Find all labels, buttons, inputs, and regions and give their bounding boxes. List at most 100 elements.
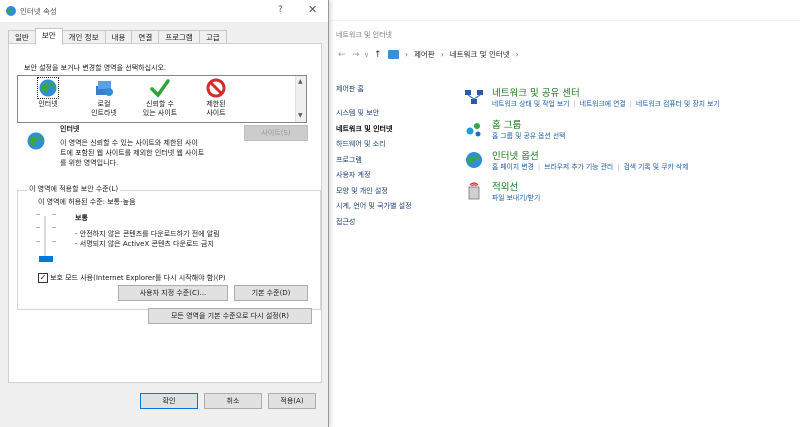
chevron-down-icon[interactable]: ∨ bbox=[364, 51, 369, 59]
control-panel-title: 네트워크 및 인터넷 bbox=[336, 31, 392, 39]
link-view-network-status[interactable]: 네트워크 상태 및 작업 보기 bbox=[492, 100, 569, 108]
nav-item-accessibility[interactable]: 접근성 bbox=[336, 215, 456, 231]
tab-security[interactable]: 보안 bbox=[34, 28, 63, 45]
zone-restricted-sites[interactable]: 제한된 사이트 bbox=[190, 78, 242, 118]
security-level-name: 보통 bbox=[75, 214, 88, 222]
nav-item-clock-region[interactable]: 시계, 언어 및 국가별 설정 bbox=[336, 199, 456, 215]
dialog-titlebar[interactable]: 인터넷 속성 ? ✕ bbox=[0, 0, 328, 22]
zone-label-line2: 있는 사이트 bbox=[142, 109, 178, 117]
default-level-button[interactable]: 기본 수준(D) bbox=[234, 285, 308, 301]
link-connect-network[interactable]: 네트워크에 연결 bbox=[580, 100, 626, 108]
security-level-item-2: - 서명되지 않은 ActiveX 콘텐츠 다운로드 금지 bbox=[75, 240, 214, 248]
breadcrumb-network[interactable]: 네트워크 및 인터넷 bbox=[450, 49, 510, 60]
restricted-icon bbox=[206, 78, 226, 98]
link-manage-addons[interactable]: 브라우저 추가 기능 관리 bbox=[544, 163, 613, 171]
link-separator: | bbox=[629, 100, 632, 108]
reset-all-zones-button[interactable]: 모든 영역을 기본 수준으로 다시 설정(R) bbox=[148, 308, 312, 324]
security-level-group-label: 이 영역에 적용할 보안 수준(L) bbox=[27, 184, 121, 194]
nav-item-user-accounts[interactable]: 사용자 계정 bbox=[336, 168, 456, 184]
back-arrow-icon[interactable]: ← bbox=[338, 50, 346, 60]
internet-properties-dialog: 인터넷 속성 ? ✕ 일반 보안 개인 정보 내용 연결 프로그램 고급 보안 … bbox=[0, 0, 329, 427]
link-separator: | bbox=[617, 163, 620, 171]
nav-item-programs[interactable]: 프로그램 bbox=[336, 153, 456, 169]
address-bar: ← → ∨ ↑ › 제어판 › 네트워크 및 인터넷 › bbox=[330, 44, 800, 66]
link-separator: | bbox=[537, 163, 541, 171]
sites-button[interactable]: 사이트(S) bbox=[244, 125, 308, 141]
zone-name: 인터넷 bbox=[60, 125, 80, 133]
globe-icon bbox=[27, 132, 45, 150]
breadcrumb-control-panel[interactable]: 제어판 bbox=[414, 49, 435, 60]
category-title[interactable]: 네트워크 및 공유 센터 bbox=[492, 85, 580, 99]
slider-tick bbox=[36, 227, 40, 228]
tab-bar: 일반 보안 개인 정보 내용 연결 프로그램 고급 bbox=[8, 28, 227, 45]
category-title[interactable]: 적외선 bbox=[492, 179, 518, 193]
zone-trusted-sites[interactable]: 신뢰할 수 있는 사이트 bbox=[134, 78, 186, 118]
link-delete-history[interactable]: 검색 기록 및 쿠키 삭제 bbox=[623, 163, 688, 171]
homegroup-icon bbox=[466, 123, 481, 137]
infrared-icon bbox=[468, 182, 480, 200]
protected-mode-label[interactable]: 보호 모드 사용(Internet Explorer를 다시 시작해야 함)(P… bbox=[50, 273, 226, 283]
slider-tick bbox=[36, 214, 40, 215]
zone-instruction: 보안 설정을 보거나 변경할 영역을 선택하십시오. bbox=[24, 64, 167, 72]
nav-item-hardware-sound[interactable]: 하드웨어 및 소리 bbox=[336, 137, 456, 153]
zone-description-line3: 를 위한 영역입니다. bbox=[60, 159, 119, 167]
slider-tick bbox=[52, 241, 56, 242]
help-button[interactable]: ? bbox=[278, 5, 283, 15]
category-title[interactable]: 홈 그룹 bbox=[492, 117, 521, 131]
nav-item-appearance[interactable]: 모양 및 개인 설정 bbox=[336, 184, 456, 200]
nav-home-link[interactable]: 제어판 홈 bbox=[336, 82, 456, 106]
zone-list: 인터넷 로컬 인트라넷 신뢰할 수 있는 사이트 제한된 사이트 ▲ ▼ bbox=[17, 75, 307, 123]
intranet-icon bbox=[96, 81, 113, 96]
zone-description-line2: 트에 포함된 웹 사이트를 제외한 인터넷 웹 사이트 bbox=[60, 149, 205, 157]
zone-local-intranet[interactable]: 로컬 인트라넷 bbox=[78, 78, 130, 118]
up-arrow-icon[interactable]: ↑ bbox=[374, 50, 382, 60]
zone-internet[interactable]: 인터넷 bbox=[22, 77, 74, 109]
link-view-network-computers[interactable]: 네트워크 컴퓨터 및 장치 보기 bbox=[636, 100, 720, 108]
control-panel-folder-icon bbox=[388, 50, 399, 59]
scroll-down-arrow-icon[interactable]: ▼ bbox=[298, 112, 303, 119]
breadcrumb-separator-icon: › bbox=[515, 50, 519, 59]
category-title[interactable]: 인터넷 옵션 bbox=[492, 148, 539, 162]
zone-label: 로컬 bbox=[97, 100, 111, 108]
breadcrumb: › 제어판 › 네트워크 및 인터넷 › bbox=[388, 49, 519, 60]
forward-arrow-icon[interactable]: → bbox=[352, 50, 360, 60]
allowed-levels-text: 이 영역에 허용된 수준: 보통-높음 bbox=[38, 198, 136, 206]
custom-level-button[interactable]: 사용자 지정 수준(C)... bbox=[118, 285, 228, 301]
breadcrumb-separator-icon: › bbox=[405, 50, 408, 59]
control-panel-window: 네트워크 및 인터넷 ← → ∨ ↑ › 제어판 › 네트워크 및 인터넷 › … bbox=[330, 0, 800, 427]
slider-tick bbox=[52, 214, 56, 215]
zone-description-line1: 이 영역은 신뢰할 수 있는 사이트와 제한된 사이 bbox=[60, 139, 198, 147]
zone-label: 신뢰할 수 bbox=[146, 100, 174, 108]
breadcrumb-separator-icon: › bbox=[440, 50, 444, 59]
security-level-item-1: - 안전하지 않은 콘텐츠를 다운로드하기 전에 알림 bbox=[75, 230, 220, 238]
zone-label: 제한된 bbox=[206, 100, 226, 108]
apply-button[interactable]: 적용(A) bbox=[268, 393, 316, 409]
category-links: 파일 보내기/받기 bbox=[492, 192, 540, 202]
link-change-homepage[interactable]: 홈 페이지 변경 bbox=[492, 163, 534, 171]
network-sharing-icon bbox=[465, 90, 483, 104]
control-panel-top-strip bbox=[330, 0, 800, 21]
internet-options-icon bbox=[466, 152, 482, 168]
close-icon[interactable]: ✕ bbox=[308, 3, 317, 16]
link-send-receive-files[interactable]: 파일 보내기/받기 bbox=[492, 194, 540, 202]
nav-item-system-security[interactable]: 시스템 및 보안 bbox=[336, 106, 456, 122]
link-separator: | bbox=[573, 100, 576, 108]
scroll-up-arrow-icon[interactable]: ▲ bbox=[298, 78, 303, 85]
link-homegroup-sharing[interactable]: 홈 그룹 및 공유 옵션 선택 bbox=[492, 132, 565, 140]
ok-button[interactable]: 확인 bbox=[140, 393, 198, 409]
internet-options-icon bbox=[6, 6, 16, 16]
slider-tick bbox=[36, 241, 40, 242]
zone-list-scrollbar[interactable]: ▲ ▼ bbox=[295, 76, 306, 122]
cancel-button[interactable]: 취소 bbox=[204, 393, 262, 409]
zone-label-line2: 사이트 bbox=[206, 109, 226, 117]
globe-icon bbox=[37, 77, 59, 99]
dialog-title: 인터넷 속성 bbox=[20, 7, 57, 16]
category-links: 홈 그룹 및 공유 옵션 선택 bbox=[492, 130, 565, 140]
category-links: 홈 페이지 변경 | 브라우저 추가 기능 관리 | 검색 기록 및 쿠키 삭제 bbox=[492, 161, 688, 171]
protected-mode-checkbox[interactable]: ✓ bbox=[38, 273, 48, 283]
category-links: 네트워크 상태 및 작업 보기 | 네트워크에 연결 | 네트워크 컴퓨터 및 장치 보… bbox=[492, 98, 720, 108]
security-level-slider-thumb[interactable] bbox=[39, 256, 53, 262]
left-nav: 제어판 홈 시스템 및 보안 네트워크 및 인터넷 하드웨어 및 소리 프로그램… bbox=[336, 82, 456, 230]
nav-item-network-internet[interactable]: 네트워크 및 인터넷 bbox=[336, 122, 456, 138]
zone-label-line2: 인트라넷 bbox=[91, 109, 117, 117]
